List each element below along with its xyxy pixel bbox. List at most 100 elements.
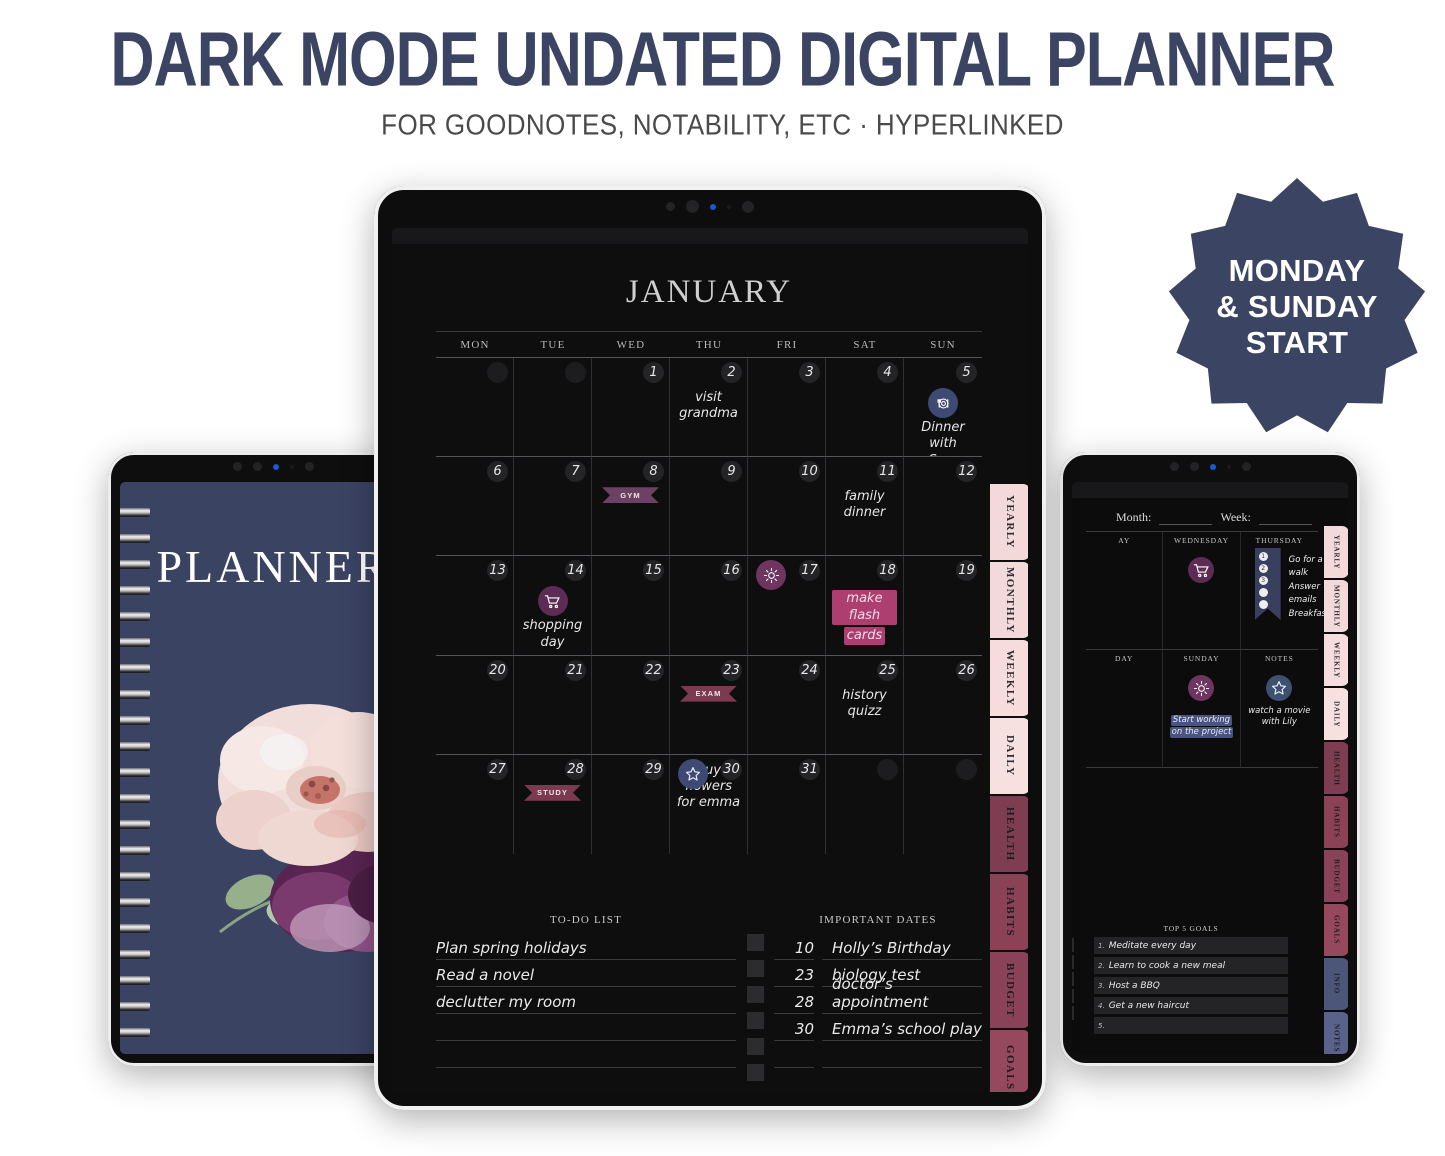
calendar-day-cell[interactable]: 14 shopping day (514, 556, 592, 656)
goal-row[interactable]: 4. Get a new haircut (1094, 997, 1288, 1014)
tab-goals[interactable]: GOALS (1324, 904, 1348, 956)
day-number[interactable]: 29 (643, 758, 664, 780)
tab-daily[interactable]: DAILY (1324, 688, 1348, 740)
calendar-day-cell[interactable]: 6 (436, 457, 514, 557)
weekly-day-cell[interactable]: THURSDAY 12 3 Go for a walk Answer emails… (1240, 532, 1329, 650)
tab-budget[interactable]: BUDGET (990, 952, 1028, 1028)
calendar-day-cell[interactable]: 27 (436, 754, 514, 854)
day-number[interactable]: 17 (799, 560, 820, 582)
shopping-cart-icon[interactable] (537, 586, 568, 617)
tab-yearly[interactable]: YEARLY (1324, 526, 1348, 578)
day-number[interactable]: 12 (956, 461, 977, 483)
day-number[interactable] (877, 758, 898, 780)
calendar-day-cell[interactable]: 15 (592, 556, 670, 656)
calendar-day-cell[interactable]: 8 GYM (592, 457, 670, 557)
checkbox[interactable] (1072, 1006, 1074, 1020)
weekly-day-cell[interactable]: SUNDAY Start working on the project (1163, 650, 1241, 768)
checkbox[interactable] (746, 1064, 764, 1081)
day-number[interactable]: 10 (799, 461, 820, 483)
step-marker[interactable]: 1 (1258, 552, 1268, 561)
goal-row[interactable]: 5. (1094, 1017, 1288, 1034)
calendar-day-cell[interactable]: 22 (592, 655, 670, 755)
day-number[interactable]: 20 (487, 659, 508, 681)
day-number[interactable]: 23 (721, 659, 742, 681)
tab-habits[interactable]: HABITS (990, 874, 1028, 950)
calendar-day-cell[interactable]: 5 Dinner withSam (904, 358, 982, 458)
important-date-row[interactable] (774, 1042, 982, 1068)
important-date-row[interactable]: 10 Holly’s Birthday (774, 934, 982, 960)
tab-goals[interactable]: GOALS (990, 1030, 1028, 1092)
tab-notes[interactable]: NOTES (1324, 1012, 1348, 1054)
day-number[interactable]: 8 (643, 461, 664, 483)
calendar-day-cell[interactable]: 3 (748, 358, 826, 458)
calendar-day-cell[interactable]: 16 (670, 556, 748, 656)
day-number[interactable]: 26 (956, 659, 977, 681)
day-number[interactable]: 14 (565, 560, 586, 582)
day-number[interactable]: 2 (721, 362, 742, 383)
weekly-highlight-text[interactable]: Start working on the project (1167, 715, 1235, 739)
event-ribbon[interactable]: EXAM (680, 686, 737, 702)
day-number[interactable]: 4 (877, 362, 898, 383)
calendar-day-cell[interactable]: 28 STUDY (514, 754, 592, 854)
event-text[interactable]: shopping day (520, 618, 585, 651)
event-text[interactable]: family dinner (832, 489, 897, 522)
todo-item[interactable]: Read a novel (436, 961, 736, 987)
step-marker[interactable]: 3 (1258, 576, 1268, 585)
day-number[interactable]: 19 (956, 560, 977, 582)
calendar-day-cell[interactable]: 25 history quizz (826, 655, 904, 755)
day-number[interactable]: 21 (565, 659, 586, 681)
calendar-day-cell[interactable]: 2 visit grandma (670, 358, 748, 458)
calendar-day-cell[interactable]: 24 (748, 655, 826, 755)
event-text[interactable]: make flash cards (832, 590, 897, 647)
todo-item[interactable] (436, 1015, 736, 1041)
calendar-day-cell[interactable]: 13 (436, 556, 514, 656)
step-marker[interactable]: 2 (1258, 564, 1268, 573)
weekly-day-cell[interactable]: DAY (1086, 650, 1164, 768)
day-number[interactable]: 1 (643, 362, 664, 383)
calendar-day-cell[interactable]: 31 (748, 754, 826, 854)
day-number[interactable]: 11 (877, 461, 898, 483)
todo-item[interactable]: declutter my room (436, 988, 736, 1014)
tab-weekly[interactable]: WEEKLY (990, 640, 1028, 716)
checkbox[interactable] (746, 960, 764, 977)
checkbox[interactable] (1072, 972, 1074, 986)
calendar-day-cell[interactable]: 29 (592, 754, 670, 854)
weekly-day-cell[interactable]: NOTES watch a movie with Lily (1240, 650, 1318, 768)
calendar-day-cell[interactable]: 4 (826, 358, 904, 458)
calendar-day-cell[interactable]: 19 (904, 556, 982, 656)
tab-info[interactable]: INFO (1324, 958, 1348, 1010)
goal-row[interactable]: 3. Host a BBQ (1094, 977, 1288, 994)
tab-monthly[interactable]: MONTHLY (1324, 580, 1348, 632)
month-input[interactable] (1159, 512, 1213, 525)
checkbox[interactable] (746, 934, 764, 951)
calendar-day-cell[interactable]: 12 (904, 457, 982, 557)
calendar-day-cell[interactable]: 10 (748, 457, 826, 557)
todo-item[interactable] (436, 1042, 736, 1068)
day-number[interactable] (956, 758, 977, 780)
sun-icon[interactable] (756, 560, 786, 591)
checkbox[interactable] (746, 1012, 764, 1029)
tab-budget[interactable]: BUDGET (1324, 850, 1348, 902)
calendar-day-cell[interactable]: 17 (748, 556, 826, 656)
calendar-day-cell[interactable] (904, 755, 982, 854)
weekly-note-text[interactable]: watch a movie with Lily (1245, 706, 1314, 728)
tab-daily[interactable]: DAILY (990, 718, 1028, 794)
calendar-day-cell[interactable]: 18 make flash cards (826, 556, 904, 656)
checkbox[interactable] (746, 986, 764, 1003)
event-ribbon[interactable]: GYM (602, 487, 659, 503)
calendar-day-cell[interactable]: 9 (670, 457, 748, 557)
checkbox[interactable] (1072, 989, 1074, 1003)
calendar-day-cell[interactable] (826, 754, 904, 854)
goal-row[interactable]: 2. Learn to cook a new meal (1094, 957, 1288, 974)
sun-icon[interactable] (1188, 675, 1215, 701)
important-date-row[interactable]: 28 doctor’s appointment (774, 975, 982, 1014)
calendar-day-cell[interactable] (436, 358, 514, 458)
day-number[interactable]: 30 (721, 758, 742, 780)
calendar-day-cell[interactable]: 23 EXAM (670, 655, 748, 755)
day-number[interactable]: 7 (565, 461, 586, 483)
day-number[interactable] (565, 362, 586, 383)
day-number[interactable]: 9 (721, 461, 742, 483)
calendar-day-cell[interactable]: 21 (514, 655, 592, 755)
todo-item[interactable] (436, 1069, 736, 1092)
day-number[interactable]: 6 (487, 461, 508, 483)
